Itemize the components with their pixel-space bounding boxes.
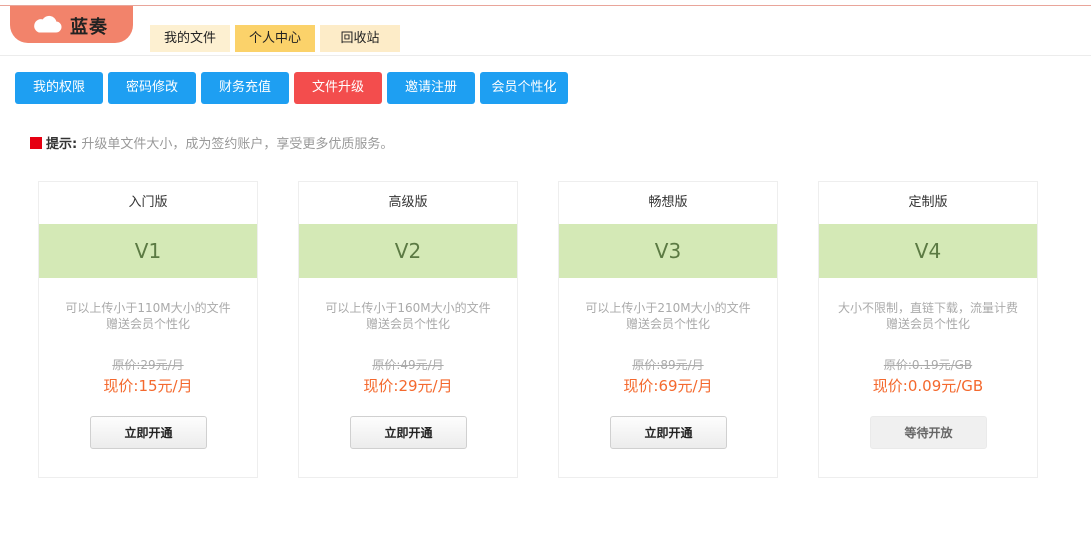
plan-name: 入门版 (128, 195, 168, 210)
plan-name: 定制版 (908, 195, 948, 210)
plan-current-price: 现价:69元/月 (623, 377, 713, 395)
plan-bonus: 赠送会员个性化 (625, 317, 710, 331)
tip-text: 升级单文件大小，成为签约账户，享受更多优质服务。 (81, 137, 394, 152)
tab-personal-center[interactable]: 个人中心 (235, 25, 315, 52)
activate-button[interactable]: 立即开通 (90, 416, 207, 449)
plan-level: V1 (39, 224, 257, 278)
plan-desc: 可以上传小于210M大小的文件 (585, 301, 751, 315)
plan-desc: 可以上传小于160M大小的文件 (325, 301, 491, 315)
my-permissions-button[interactable]: 我的权限 (15, 72, 103, 104)
plan-card-v4: 定制版 V4 大小不限制，直链下载，流量计费 赠送会员个性化 原价:0.19元/… (818, 181, 1038, 478)
plan-card-v2: 高级版 V2 可以上传小于160M大小的文件 赠送会员个性化 原价:49元/月 … (298, 181, 518, 478)
tip-line: 提示: 升级单文件大小，成为签约账户，享受更多优质服务。 (30, 133, 393, 152)
recharge-button[interactable]: 财务充值 (201, 72, 289, 104)
plan-bonus: 赠送会员个性化 (885, 317, 970, 331)
file-upgrade-button[interactable]: 文件升级 (294, 72, 382, 104)
activate-button[interactable]: 立即开通 (610, 416, 727, 449)
waiting-open-button[interactable]: 等待开放 (870, 416, 987, 449)
invite-register-button[interactable]: 邀请注册 (387, 72, 475, 104)
plan-level: V3 (559, 224, 777, 278)
plan-desc: 大小不限制，直链下载，流量计费 (837, 301, 1018, 315)
plan-card-v1: 入门版 V1 可以上传小于110M大小的文件 赠送会员个性化 原价:29元/月 … (38, 181, 258, 478)
tip-label: 提示: (46, 137, 78, 152)
plan-original-price: 原价:49元/月 (372, 358, 444, 372)
logo-text: 蓝奏 (70, 17, 108, 38)
activate-button[interactable]: 立即开通 (350, 416, 467, 449)
plan-current-price: 现价:15元/月 (103, 377, 193, 395)
plan-bonus: 赠送会员个性化 (365, 317, 450, 331)
tab-my-files[interactable]: 我的文件 (150, 25, 230, 52)
plan-current-price: 现价:0.09元/GB (872, 377, 984, 395)
plan-desc: 可以上传小于110M大小的文件 (65, 301, 231, 315)
tab-recycle-bin[interactable]: 回收站 (320, 25, 400, 52)
plan-level: V4 (819, 224, 1037, 278)
header-divider (0, 55, 1091, 56)
change-password-button[interactable]: 密码修改 (108, 72, 196, 104)
top-divider (0, 5, 1091, 6)
plan-level: V2 (299, 224, 517, 278)
cloud-icon (34, 15, 62, 33)
logo[interactable]: 蓝奏 (10, 6, 133, 43)
member-personalize-button[interactable]: 会员个性化 (480, 72, 568, 104)
plan-name: 高级版 (388, 195, 428, 210)
plan-original-price: 原价:0.19元/GB (883, 358, 973, 372)
plan-original-price: 原价:89元/月 (632, 358, 704, 372)
plan-name: 畅想版 (648, 195, 688, 210)
tip-square-icon (30, 137, 42, 149)
plan-original-price: 原价:29元/月 (112, 358, 184, 372)
plan-bonus: 赠送会员个性化 (105, 317, 190, 331)
plan-card-v3: 畅想版 V3 可以上传小于210M大小的文件 赠送会员个性化 原价:89元/月 … (558, 181, 778, 478)
plan-current-price: 现价:29元/月 (363, 377, 453, 395)
